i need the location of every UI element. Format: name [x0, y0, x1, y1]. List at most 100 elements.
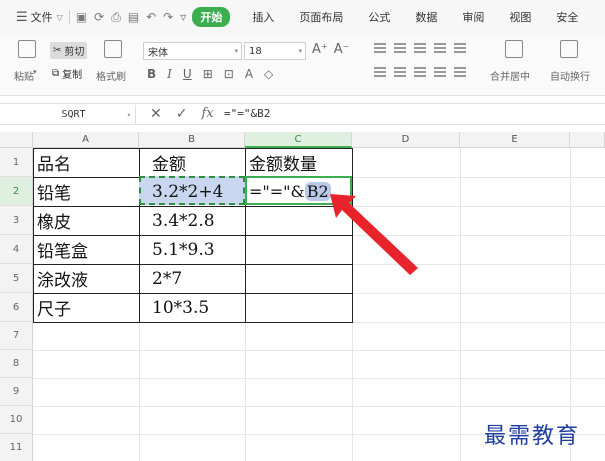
- font-name-select[interactable]: 宋体 ▾: [143, 42, 242, 60]
- format-painter-button[interactable]: 格式刷: [96, 68, 126, 83]
- copy-icon: ⧉: [52, 68, 60, 79]
- font-format-row: B I U ⊞ ⊡ A ◇: [147, 67, 273, 81]
- indent-left-icon[interactable]: [434, 43, 446, 53]
- underline-icon[interactable]: U: [183, 67, 192, 81]
- file-menu-button[interactable]: ☰ 文件 ▽: [16, 7, 63, 27]
- column-header-d[interactable]: D: [352, 132, 460, 148]
- redo-icon[interactable]: ↷: [163, 10, 173, 24]
- distribute-icon[interactable]: [454, 67, 466, 77]
- formula-bar-buttons: ✕ ✓ fx: [150, 106, 214, 122]
- align-left-icon[interactable]: [374, 67, 386, 77]
- tab-home[interactable]: 开始: [192, 7, 231, 27]
- decrease-font-icon[interactable]: A⁻: [334, 42, 350, 57]
- cell-b5[interactable]: 2*7: [152, 264, 182, 293]
- cell-c2-editor[interactable]: ="="& B2: [249, 177, 331, 206]
- confirm-icon[interactable]: ✓: [176, 106, 188, 122]
- paste-chevron-icon[interactable]: ▾: [33, 68, 37, 76]
- tab-formulas[interactable]: 公式: [368, 9, 390, 25]
- row-header-1[interactable]: 1: [0, 148, 33, 177]
- cell-b4[interactable]: 5.1*9.3: [152, 235, 215, 264]
- tab-data[interactable]: 数据: [415, 9, 437, 25]
- row-header-5[interactable]: 5: [0, 264, 33, 293]
- row-header-4[interactable]: 4: [0, 235, 33, 264]
- cell-b6[interactable]: 10*3.5: [152, 293, 209, 322]
- sync-icon[interactable]: ⟳: [94, 10, 104, 24]
- merge-center-button[interactable]: 合并居中: [490, 68, 530, 83]
- column-header-a[interactable]: A: [33, 132, 139, 148]
- align-right-icon[interactable]: [414, 67, 426, 77]
- ribbon-home: 粘贴 ▾ ✂ 剪切 ⧉ 复制 格式刷 宋体 ▾ 18 ▾ A⁺ A⁻ B I U…: [0, 34, 605, 96]
- row-header-3[interactable]: 3: [0, 206, 33, 235]
- column-header-b[interactable]: B: [139, 132, 245, 148]
- cell-a4[interactable]: 铅笔盒: [37, 235, 88, 264]
- increase-font-icon[interactable]: A⁺: [312, 42, 328, 57]
- row-header-10[interactable]: 10: [0, 406, 33, 434]
- tab-insert[interactable]: 插入: [252, 9, 274, 25]
- cell-a1[interactable]: 品名: [37, 148, 71, 177]
- cell-c1[interactable]: 金额数量: [249, 148, 317, 177]
- cut-button[interactable]: ✂ 剪切: [50, 42, 88, 59]
- cell-a6[interactable]: 尺子: [37, 293, 71, 322]
- clear-format-icon[interactable]: ◇: [264, 67, 273, 81]
- ribbon-tab-bar: ☰ 文件 ▽ ▣ ⟳ ⎙ ▤ ↶ ↷ ▿ 开始 插入 页面布局 公式 数据 审阅…: [0, 0, 605, 34]
- row-header-9[interactable]: 9: [0, 378, 33, 406]
- row-header-7[interactable]: 7: [0, 322, 33, 350]
- cell-b1[interactable]: 金额: [152, 148, 186, 177]
- row-header-11[interactable]: 11: [0, 434, 33, 461]
- copy-label: 复制: [62, 70, 83, 81]
- table-border: [33, 322, 353, 323]
- cell-b2[interactable]: 3.2*2+4: [152, 177, 223, 206]
- cancel-icon[interactable]: ✕: [150, 106, 162, 122]
- font-color-icon[interactable]: A: [245, 67, 253, 81]
- justify-icon[interactable]: [434, 67, 446, 77]
- fill-color-icon[interactable]: ⊡: [224, 67, 234, 81]
- font-size-select[interactable]: 18 ▾: [244, 42, 306, 60]
- undo-icon[interactable]: ↶: [146, 10, 156, 24]
- insert-function-icon[interactable]: fx: [201, 106, 213, 122]
- customize-icon[interactable]: ▿: [180, 10, 186, 24]
- column-header-f[interactable]: [570, 132, 605, 148]
- print-icon[interactable]: ⎙: [111, 10, 121, 25]
- name-box[interactable]: SQRT ▾: [12, 105, 136, 124]
- copy-button[interactable]: ⧉ 复制: [52, 66, 82, 81]
- tab-view[interactable]: 视图: [509, 9, 531, 25]
- indent-right-icon[interactable]: [454, 43, 466, 53]
- format-painter-icon[interactable]: [104, 40, 122, 58]
- chevron-down-icon: ▽: [56, 12, 63, 22]
- align-center-icon[interactable]: [394, 67, 406, 77]
- cell-a5[interactable]: 涂改液: [37, 264, 88, 293]
- paste-icon[interactable]: [18, 40, 36, 58]
- ribbon-tabs: 开始 插入 页面布局 公式 数据 审阅 视图 安全: [192, 7, 603, 27]
- column-header-c[interactable]: C: [245, 132, 352, 148]
- align-bottom-icon[interactable]: [414, 43, 426, 53]
- formula-bar: SQRT ▾ ✕ ✓ fx ="="&B2: [0, 103, 605, 125]
- column-header-e[interactable]: E: [460, 132, 570, 148]
- border-icon[interactable]: ⊞: [203, 67, 213, 81]
- watermark: 最需教育: [484, 424, 581, 449]
- merge-center-icon[interactable]: [505, 40, 523, 58]
- row-header-2[interactable]: 2: [0, 177, 33, 206]
- wrap-text-button[interactable]: 自动换行: [550, 68, 590, 83]
- cell-b3[interactable]: 3.4*2.8: [152, 206, 215, 235]
- row-header-6[interactable]: 6: [0, 293, 33, 322]
- tab-security[interactable]: 安全: [556, 9, 578, 25]
- bold-icon[interactable]: B: [147, 67, 156, 81]
- wrap-text-icon[interactable]: [560, 40, 578, 58]
- select-all-corner[interactable]: [0, 132, 33, 148]
- tab-review[interactable]: 审阅: [462, 9, 484, 25]
- divider: [68, 10, 70, 24]
- cell-a2[interactable]: 铅笔: [37, 177, 71, 206]
- row-header-8[interactable]: 8: [0, 350, 33, 378]
- print-preview-icon[interactable]: ▤: [128, 10, 139, 24]
- save-icon[interactable]: ▣: [76, 10, 87, 24]
- table-border: [352, 148, 353, 322]
- cell-a3[interactable]: 橡皮: [37, 206, 71, 235]
- align-top-icon[interactable]: [374, 43, 386, 53]
- font-size-value: 18: [249, 45, 262, 57]
- tab-page-layout[interactable]: 页面布局: [299, 9, 343, 25]
- cell-c2-formula-text: ="="&: [249, 182, 305, 201]
- formula-input[interactable]: ="="&B2: [224, 107, 270, 120]
- italic-icon[interactable]: I: [167, 67, 172, 81]
- align-middle-icon[interactable]: [394, 43, 406, 53]
- paste-button[interactable]: 粘贴: [14, 68, 34, 83]
